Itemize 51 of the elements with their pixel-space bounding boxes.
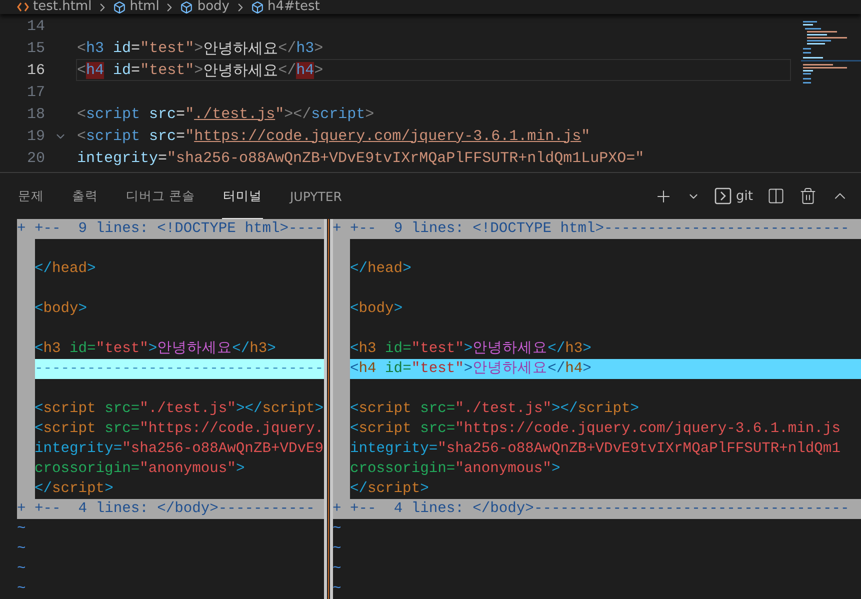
terminal-line: <script src="https://code.jquery. [34,420,324,439]
code-file-icon [17,2,29,12]
terminal-line: </head> [350,260,412,279]
panel-tab[interactable]: JUPYTER [288,173,343,219]
breadcrumb-item[interactable]: test.html [33,0,92,14]
tilde-marker: ~ [332,560,342,579]
tilde-marker: ~ [332,520,342,539]
line-number: 15 [26,40,45,56]
panel-tab[interactable]: 출력 [71,173,99,219]
terminal-icon [714,187,732,205]
code-line: <script src="./test.js"></script> [76,104,376,124]
tilde-marker: ~ [332,540,342,559]
tilde-marker: ~ [17,520,26,539]
tilde-marker: ~ [17,580,26,599]
terminal-line: <h3 id="test">안녕하세요</h3> [350,340,592,359]
tilde-marker: ~ [17,540,26,559]
line-number: 16 [26,62,45,78]
terminal-line: <script src="./test.js"></script> [350,400,640,419]
terminal-line: <body> [34,300,88,319]
trash-icon [799,187,817,205]
tilde-marker: ~ [17,560,26,579]
tilde-marker: ~ [332,580,342,599]
code-line: integrity="sha256-o88AwQnZB+VDvE9tvIXrMQaPlFFSUTR+nldQm1LuPXO=" [76,148,646,168]
cube-icon [180,0,194,14]
terminal-selector-button[interactable]: git [712,185,755,207]
panel-tab[interactable]: 문제 [17,173,45,219]
split-icon [767,187,785,205]
line-number: 18 [26,106,45,122]
terminal-line: </head> [34,260,97,279]
terminal-line: <script src="https://code.jquery.com/jquery-3.6.1.min.js [350,420,842,439]
terminal-line: integrity="sha256-o88AwQnZB+VDvE9 [34,440,324,459]
panel-tab[interactable]: 디버그 콘솔 [125,173,196,219]
terminal-line: </script> [34,480,114,499]
terminal-line: <script src="./test.js"></script> [34,400,324,419]
line-number: 17 [26,84,45,100]
terminal-line: </script> [350,480,430,499]
code-line: <script src="https://code.jquery.com/jquery-3.6.1.min.js" [76,126,592,146]
cube-icon [250,0,264,14]
terminal-line: crossorigin="anonymous"> [34,460,246,479]
terminal-line: crossorigin="anonymous"> [350,460,562,479]
breadcrumb-item[interactable]: body [197,0,230,14]
line-number: 20 [26,150,45,166]
line-number: 19 [26,128,45,144]
code-line: <h3 id="test">안녕하세요</h3> [76,38,324,59]
terminal-line: <body> [350,300,404,319]
terminal-line: integrity="sha256-o88AwQnZB+VDvE9tvIXrMQaPlFFSUTR+nldQm1 [350,440,842,459]
breadcrumb-item[interactable]: html [130,0,160,14]
breadcrumb-item[interactable]: h4#test [268,0,320,14]
cube-icon [112,0,126,14]
line-number: 14 [26,18,45,34]
terminal-line: <h3 id="test">안녕하세요</h3> [34,340,277,359]
